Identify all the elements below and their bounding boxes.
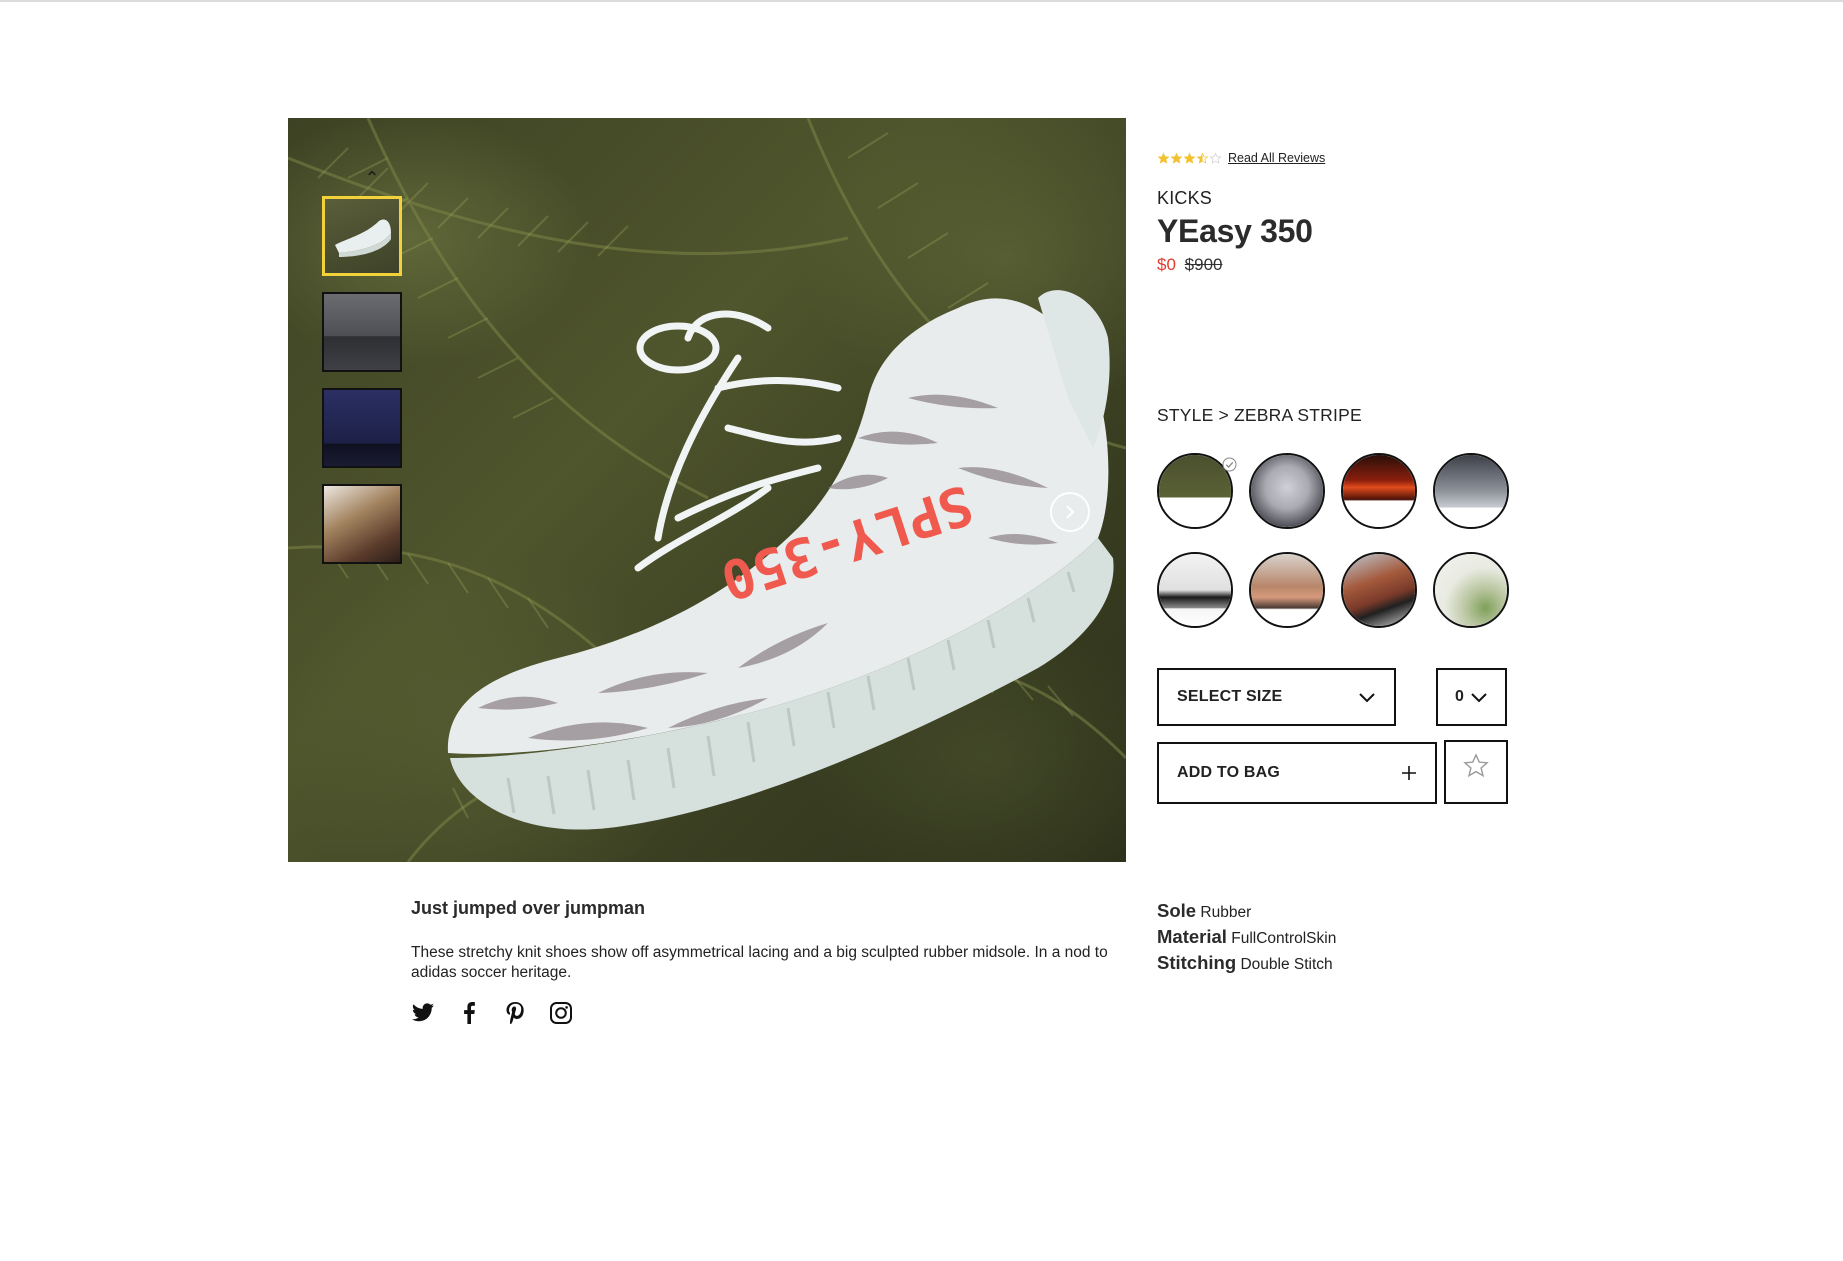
product-info: Read All Reviews KICKS YEasy 350 $0 $900 <box>1157 148 1517 275</box>
spec-key: Material <box>1157 926 1227 947</box>
star-outline-icon <box>1463 753 1489 778</box>
twitter-icon[interactable] <box>411 1001 435 1025</box>
selected-check-icon <box>1222 457 1237 472</box>
facebook-icon[interactable] <box>457 1001 481 1025</box>
spec-key: Stitching <box>1157 952 1237 973</box>
sale-price: $0 <box>1157 255 1176 274</box>
spec-sole: Sole Rubber <box>1157 900 1477 926</box>
favorite-button[interactable] <box>1444 740 1508 804</box>
thumbnail-4[interactable] <box>322 484 402 564</box>
style-swatch-8[interactable] <box>1433 552 1509 628</box>
brand-label: KICKS <box>1157 188 1213 208</box>
thumbnail-1[interactable] <box>322 196 402 276</box>
thumbnails-up-chevron-icon[interactable]: ⌃ <box>360 169 384 187</box>
add-to-bag-button[interactable]: ADD TO BAG <box>1157 742 1437 804</box>
product-title: YEasy 350 <box>1157 213 1313 249</box>
read-reviews-link[interactable]: Read All Reviews <box>1228 151 1325 165</box>
plus-icon <box>1402 766 1416 780</box>
spec-material: Material FullControlSkin <box>1157 926 1477 952</box>
star-icon <box>1196 152 1209 164</box>
select-size-label: SELECT SIZE <box>1177 688 1283 705</box>
description-title: Just jumped over jumpman <box>411 898 646 918</box>
spec-value: Rubber <box>1200 904 1252 921</box>
next-image-button[interactable] <box>1050 492 1090 532</box>
spec-value: FullControlSkin <box>1231 930 1337 947</box>
quantity-dropdown[interactable]: 0 <box>1436 668 1507 726</box>
star-rating <box>1157 152 1222 165</box>
product-description: Just jumped over jumpman These stretchy … <box>411 898 1126 1025</box>
style-label: STYLE > ZEBRA STRIPE <box>1157 405 1362 425</box>
star-icon <box>1209 152 1222 164</box>
social-share-links <box>411 1001 1126 1025</box>
top-border <box>0 0 1843 2</box>
quantity-value: 0 <box>1455 688 1465 705</box>
style-swatch-6[interactable] <box>1249 552 1325 628</box>
style-swatch-5[interactable] <box>1157 552 1233 628</box>
pinterest-icon[interactable] <box>503 1001 527 1025</box>
instagram-icon[interactable] <box>549 1001 573 1025</box>
description-body: These stretchy knit shoes show off asymm… <box>411 944 1108 981</box>
select-size-dropdown[interactable]: SELECT SIZE <box>1157 668 1396 726</box>
chevron-right-icon <box>1066 505 1075 519</box>
thumbnail-2[interactable] <box>322 292 402 372</box>
product-specs: Sole Rubber Material FullControlSkin Sti… <box>1157 900 1477 978</box>
style-swatch-3[interactable] <box>1341 453 1417 529</box>
sneaker-image: SPLY-350 <box>447 290 1114 830</box>
spec-stitching: Stitching Double Stitch <box>1157 952 1477 978</box>
price: $0 $900 <box>1157 255 1517 275</box>
style-swatch-7[interactable] <box>1341 552 1417 628</box>
original-price: $900 <box>1184 255 1223 274</box>
rating-row: Read All Reviews <box>1157 148 1517 168</box>
style-swatch-4[interactable] <box>1433 453 1509 529</box>
star-icon <box>1157 152 1170 164</box>
star-icon <box>1170 152 1183 164</box>
star-icon <box>1183 152 1196 164</box>
spec-key: Sole <box>1157 900 1197 921</box>
thumbnail-3[interactable] <box>322 388 402 468</box>
style-swatch-2[interactable] <box>1249 453 1325 529</box>
thumbnail-sneaker-image <box>335 219 391 257</box>
spec-value: Double Stitch <box>1240 956 1333 973</box>
chevron-down-icon <box>1471 693 1487 703</box>
add-to-bag-label: ADD TO BAG <box>1177 764 1281 781</box>
product-image-gallery[interactable]: SPLY-350 ⌃ <box>288 118 1126 862</box>
chevron-down-icon <box>1359 693 1375 703</box>
